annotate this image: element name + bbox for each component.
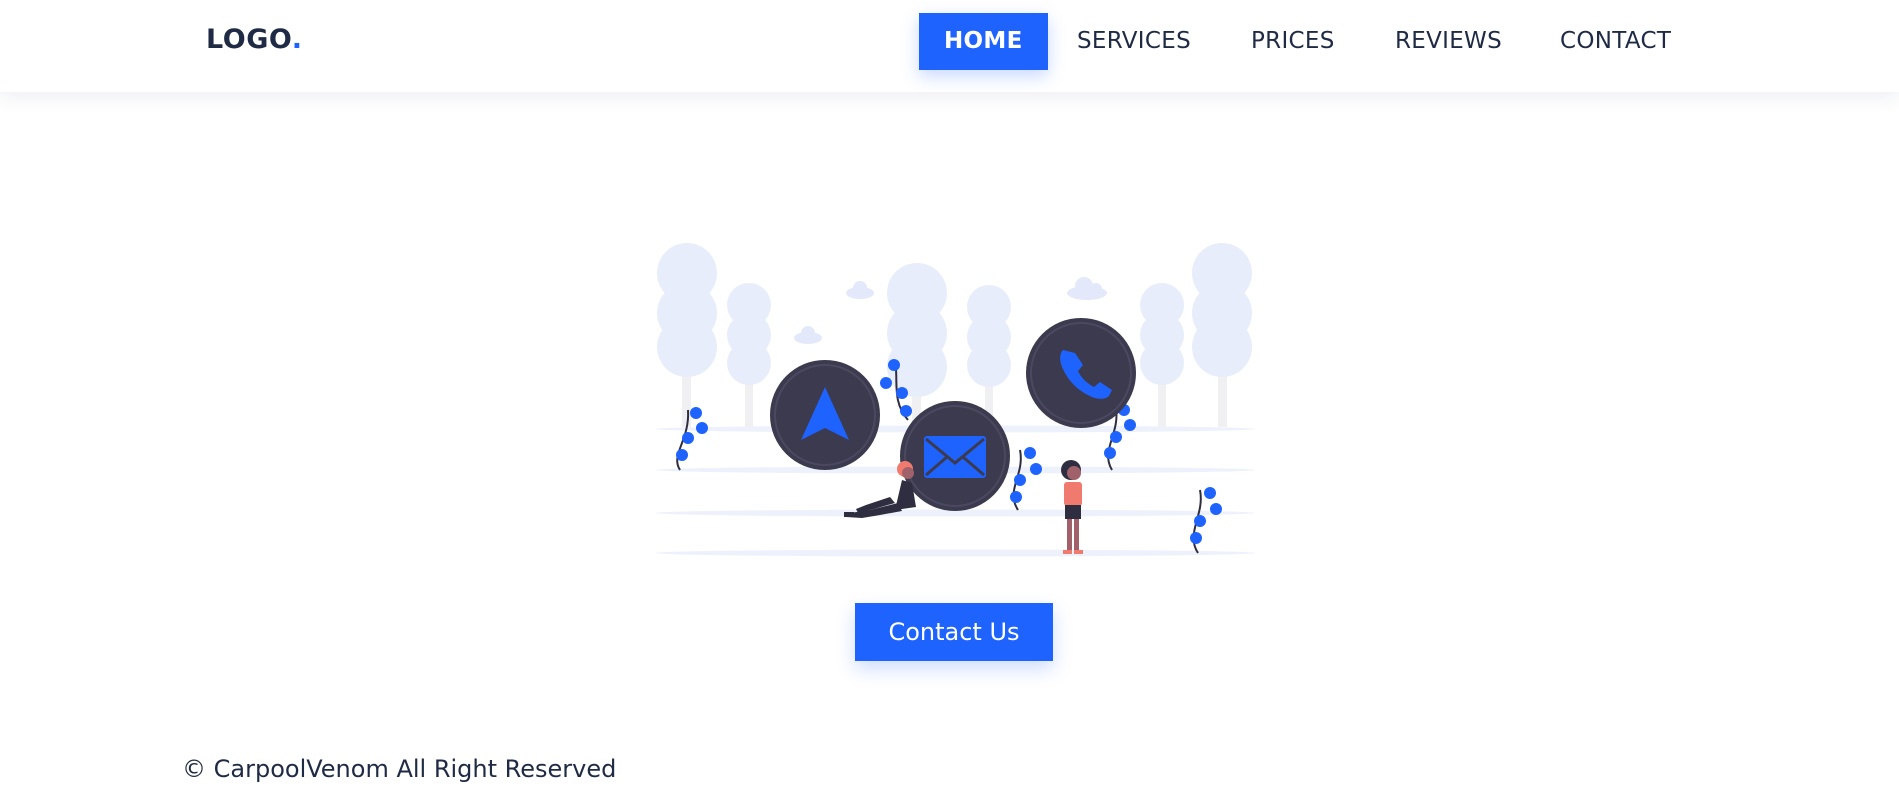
footer-copyright: © CarpoolVenom All Right Reserved xyxy=(182,755,617,783)
cloud-icon xyxy=(794,326,822,344)
logo-text: LOGO xyxy=(206,24,292,55)
logo[interactable]: LOGO. xyxy=(206,24,302,55)
phone-circle xyxy=(1026,318,1136,428)
tree-icon xyxy=(1140,283,1184,427)
contact-illustration xyxy=(655,243,1255,557)
nav-reviews[interactable]: REVIEWS xyxy=(1395,13,1502,70)
nav-home[interactable]: HOME xyxy=(919,13,1048,70)
person-standing xyxy=(1061,460,1083,554)
mail-icon xyxy=(924,436,986,478)
nav-services[interactable]: SERVICES xyxy=(1077,13,1191,70)
nav-prices[interactable]: PRICES xyxy=(1251,13,1335,70)
plant-icon xyxy=(676,407,708,471)
logo-dot: . xyxy=(291,24,303,55)
navbar: LOGO. HOME SERVICES PRICES REVIEWS CONTA… xyxy=(0,0,1899,92)
plant-icon xyxy=(1010,447,1042,511)
tree-icon xyxy=(1192,243,1252,427)
tree-icon xyxy=(657,243,717,427)
navigation-circle xyxy=(770,360,880,470)
tree-icon xyxy=(727,283,771,427)
plant-icon xyxy=(1190,487,1222,554)
mail-circle xyxy=(900,401,1010,511)
contact-us-button[interactable]: Contact Us xyxy=(855,603,1053,661)
cloud-icon xyxy=(846,281,874,299)
cloud-icon xyxy=(1067,277,1107,300)
nav-contact[interactable]: CONTACT xyxy=(1560,13,1671,70)
